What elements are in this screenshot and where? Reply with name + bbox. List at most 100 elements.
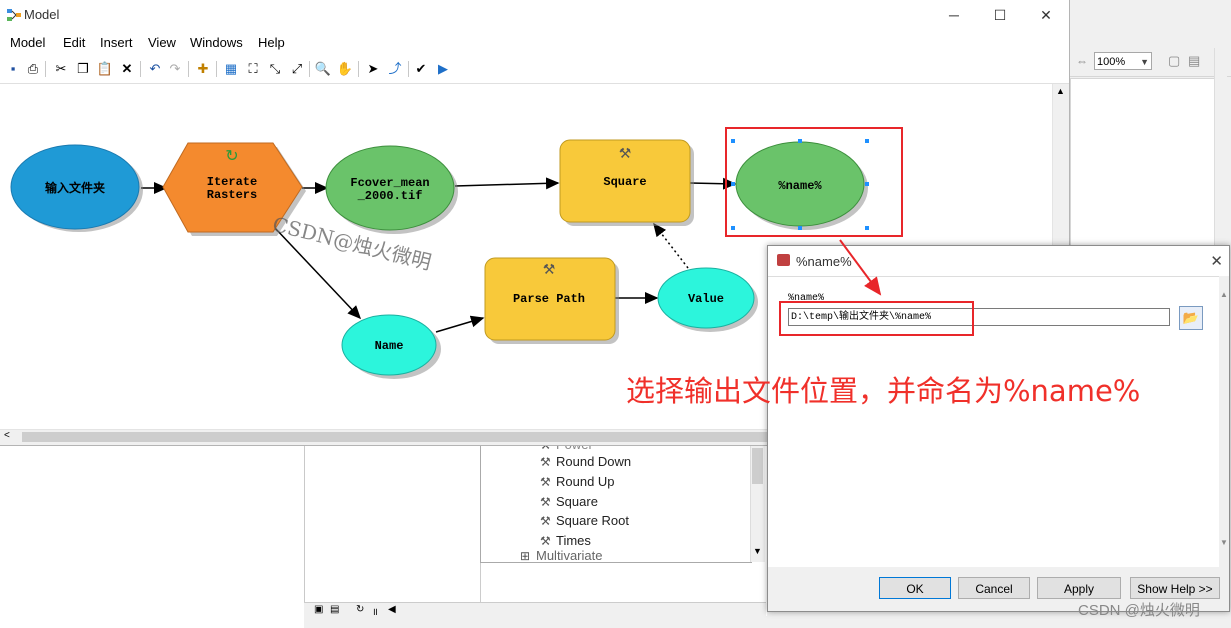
show-help-button[interactable]: Show Help >> xyxy=(1130,577,1220,599)
title-bar: Model ─ ☐ ✕ xyxy=(0,0,1069,30)
node-value-variable[interactable]: Value xyxy=(657,267,758,332)
redo-icon[interactable]: ↷ xyxy=(166,60,184,78)
hammer-icon: ⚒ xyxy=(619,145,632,161)
auto-layout-icon[interactable]: ▦ xyxy=(222,60,240,78)
menu-windows[interactable]: Windows xyxy=(190,35,243,50)
tool-item-times[interactable]: ⚒ Times xyxy=(540,531,591,550)
menu-model[interactable]: Model xyxy=(10,35,45,50)
connect-icon[interactable]: ⤴ xyxy=(386,60,404,78)
toolset-icon: ⊞ xyxy=(520,550,531,562)
node-name-label: Name xyxy=(375,339,404,353)
annotation-text: 选择输出文件位置，并命名为%name% xyxy=(626,374,1141,408)
select-icon[interactable]: ➤ xyxy=(364,60,382,78)
hammer-icon: ⚒ xyxy=(543,261,556,277)
background-status-bar: ▣ ▤ ↻ ॥ ◀ xyxy=(304,602,766,619)
tool-item-square-root[interactable]: ⚒ Square Root xyxy=(540,511,629,530)
toolbar-separator xyxy=(188,61,189,77)
cut-icon[interactable]: ✂ xyxy=(52,60,70,78)
background-blank-area xyxy=(0,446,304,628)
cancel-button[interactable]: Cancel xyxy=(958,577,1030,599)
background-layout-panel xyxy=(1070,78,1216,260)
page-layout-icon[interactable]: ▢ xyxy=(1168,53,1180,69)
node-square-tool[interactable]: ⚒ Square xyxy=(559,139,694,226)
validate-icon[interactable]: ✔ xyxy=(412,60,430,78)
dialog-scrollbar[interactable]: ▲ ▼ xyxy=(1219,276,1229,566)
model-icon xyxy=(7,9,21,21)
save-icon[interactable]: ▪ xyxy=(4,60,22,78)
ok-button[interactable]: OK xyxy=(879,577,951,599)
background-scrollbar[interactable] xyxy=(1214,48,1227,258)
node-iterate-label-1: Iterate xyxy=(207,175,257,189)
node-raster-output[interactable]: Fcover_mean _2000.tif xyxy=(325,145,458,234)
node-iterate-label-2: Rasters xyxy=(207,188,257,202)
copy-icon[interactable]: ❐ xyxy=(74,60,92,78)
tool-item-round-up[interactable]: ⚒ Round Up xyxy=(540,472,615,491)
scroll-left-icon[interactable]: < xyxy=(4,430,10,441)
dialog-close-icon[interactable]: ✕ xyxy=(1210,252,1223,270)
minimize-button[interactable]: ─ xyxy=(931,0,977,30)
highlight-output-path xyxy=(779,301,974,336)
hammer-icon: ⚒ xyxy=(540,475,551,489)
print-icon[interactable]: ⎙ xyxy=(24,60,42,78)
add-data-icon[interactable]: ✚ xyxy=(194,60,212,78)
refresh-icon[interactable]: ↻ xyxy=(356,604,364,615)
menu-edit[interactable]: Edit xyxy=(63,35,85,50)
connector-raster-square[interactable] xyxy=(454,177,560,190)
browse-folder-button[interactable]: 📂 xyxy=(1179,306,1203,330)
chevron-down-icon: ▼ xyxy=(1140,57,1149,67)
tool-dialog-icon xyxy=(777,254,790,266)
menu-insert[interactable]: Insert xyxy=(100,35,133,50)
tool-item-multivariate[interactable]: ⊞ Multivariate xyxy=(520,550,602,562)
node-name-variable[interactable]: Name xyxy=(341,314,441,379)
page-layout-2-icon[interactable]: ▤ xyxy=(1188,53,1200,69)
paste-icon[interactable]: 📋 xyxy=(96,60,114,78)
toolbar-separator xyxy=(140,61,141,77)
node-input-folder[interactable]: 输入文件夹 xyxy=(10,144,143,232)
connector-name-parsepath[interactable] xyxy=(435,315,485,333)
toolbar-separator xyxy=(45,61,46,77)
undo-icon[interactable]: ↶ xyxy=(146,60,164,78)
toolbar-separator xyxy=(309,61,310,77)
scroll-up-icon[interactable]: ▲ xyxy=(1056,86,1065,96)
highlight-output-node xyxy=(725,127,903,237)
zoom-icon[interactable]: 🔍 xyxy=(314,60,332,78)
node-parse-path-label: Parse Path xyxy=(513,292,585,306)
close-button[interactable]: ✕ xyxy=(1023,0,1069,30)
node-input-folder-label: 输入文件夹 xyxy=(45,180,105,196)
zoom-select[interactable]: 100% ▼ xyxy=(1094,52,1152,70)
page-nav-icon[interactable]: ⇔ xyxy=(1076,54,1088,68)
scroll-left-icon[interactable]: ◀ xyxy=(388,604,396,615)
node-square-label: Square xyxy=(603,175,646,189)
delete-icon[interactable]: ✕ xyxy=(118,60,136,78)
zoom-value: 100% xyxy=(1097,56,1126,68)
menu-help[interactable]: Help xyxy=(258,35,285,50)
scroll-thumb[interactable] xyxy=(752,448,763,484)
data-view-icon[interactable]: ▣ xyxy=(314,604,323,615)
menu-view[interactable]: View xyxy=(148,35,176,50)
toolbar: ▪ ⎙ ✂ ❐ 📋 ✕ ↶ ↷ ✚ ▦ ⛶ ⤡ ⤢ 🔍 ✋ ➤ ⤴ ✔ ▶ xyxy=(0,57,1069,84)
fixed-zoom-in-icon[interactable]: ⤡ xyxy=(266,60,284,78)
tool-item-round-down[interactable]: ⚒ Round Down xyxy=(540,452,631,471)
scroll-up-icon[interactable]: ▲ xyxy=(1220,290,1228,299)
hammer-icon: ⚒ xyxy=(540,495,551,509)
node-parse-path-tool[interactable]: ⚒ Parse Path xyxy=(484,257,619,344)
annotation-arrow xyxy=(839,239,882,296)
menu-bar: Model Edit Insert View Windows Help xyxy=(0,32,1069,54)
toolbox-list-scrollbar[interactable]: ▼ xyxy=(750,446,765,562)
pause-icon[interactable]: ॥ xyxy=(372,604,378,618)
maximize-button[interactable]: ☐ xyxy=(977,0,1023,30)
scroll-down-icon[interactable]: ▼ xyxy=(753,546,762,556)
connector-value-square-precondition[interactable] xyxy=(653,222,689,269)
scroll-down-icon[interactable]: ▼ xyxy=(1220,538,1228,547)
footer-watermark: CSDN @烛火微明 xyxy=(1078,602,1200,619)
apply-button[interactable]: Apply xyxy=(1037,577,1121,599)
layout-view-icon[interactable]: ▤ xyxy=(330,604,339,615)
tool-item-square[interactable]: ⚒ Square xyxy=(540,492,598,511)
run-icon[interactable]: ▶ xyxy=(434,60,452,78)
fixed-zoom-out-icon[interactable]: ⤢ xyxy=(288,60,306,78)
pan-icon[interactable]: ✋ xyxy=(336,60,354,78)
toolbar-separator xyxy=(358,61,359,77)
full-extent-icon[interactable]: ⛶ xyxy=(244,60,262,78)
hammer-icon: ⚒ xyxy=(540,514,551,528)
node-raster-label-1: Fcover_mean xyxy=(350,176,429,190)
